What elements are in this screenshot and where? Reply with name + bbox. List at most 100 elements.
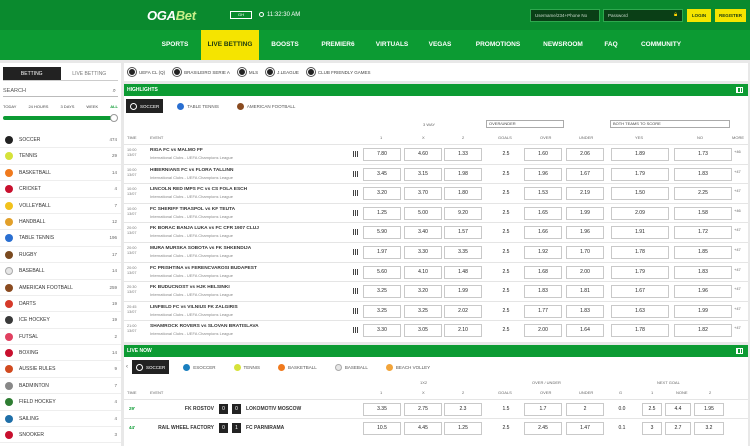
sidebar-sport-tennis[interactable]: TENNIS 29 bbox=[0, 148, 121, 165]
odds-button[interactable]: 1.99 bbox=[444, 285, 482, 299]
odds-button[interactable]: 1.83 bbox=[524, 285, 562, 299]
stats-icon[interactable] bbox=[353, 268, 359, 275]
username-field[interactable]: Username/234+Phone No bbox=[530, 9, 600, 22]
sidebar-sport-handball[interactable]: HANDBALL 12 bbox=[0, 214, 121, 231]
over-under-select[interactable]: OVER/UNDER bbox=[486, 120, 564, 128]
stats-icon[interactable] bbox=[353, 190, 359, 197]
odds-button[interactable]: 1.83 bbox=[674, 265, 732, 279]
more-markets-link[interactable]: +47 bbox=[734, 286, 741, 291]
odds-button[interactable]: 1.78 bbox=[611, 246, 669, 259]
nav-newsroom[interactable]: NEWSROOM bbox=[535, 30, 591, 60]
odds-button[interactable]: 1.25 bbox=[363, 206, 401, 220]
odds-button[interactable]: 3.30 bbox=[404, 246, 442, 259]
filter-today[interactable]: TODAY bbox=[3, 104, 16, 109]
live-tab-tennis[interactable]: TENNIS bbox=[230, 360, 265, 374]
chip-uefa-cl-q[interactable]: UEFA CL (Q) bbox=[128, 68, 165, 76]
odds-button[interactable]: 3.30 bbox=[363, 324, 401, 338]
odds-button[interactable]: 1.66 bbox=[524, 226, 562, 240]
sidebar-sport-baseball[interactable]: BASEBALL 14 bbox=[0, 263, 121, 280]
odds-button[interactable]: 2.10 bbox=[444, 324, 482, 338]
odds-button[interactable]: 2.45 bbox=[524, 422, 562, 435]
sidebar-sport-american-football[interactable]: AMERICAN FOOTBALL 259 bbox=[0, 280, 121, 296]
odds-button[interactable]: 1.81 bbox=[566, 285, 604, 299]
odds-button[interactable]: 1.63 bbox=[611, 304, 669, 318]
chip-club-friendly-games[interactable]: CLUB FRIENDLY GAMES bbox=[306, 68, 371, 76]
odds-button[interactable]: 1.67 bbox=[611, 285, 669, 299]
odds-button[interactable]: 1.7 bbox=[524, 403, 562, 416]
match-name[interactable]: SHAMROCK ROVERS vs SLOVAN BRATISLAVA bbox=[150, 324, 259, 329]
sidebar-sport-futsal[interactable]: FUTSAL 2 bbox=[0, 329, 121, 346]
home-team[interactable]: RAIL WHEEL FACTORY bbox=[154, 425, 214, 431]
odds-button[interactable]: 1.47 bbox=[566, 422, 604, 435]
match-name[interactable]: LINFIELD FC vs VILNIUS FK ZALGIRIS bbox=[150, 305, 238, 310]
odds-button[interactable]: 1.50 bbox=[611, 187, 669, 201]
odds-button[interactable]: 3.2 bbox=[694, 422, 724, 435]
odds-button[interactable]: 3.40 bbox=[404, 226, 442, 240]
odds-button[interactable]: 2.00 bbox=[524, 324, 562, 338]
search-icon[interactable]: ⌕ bbox=[113, 85, 116, 97]
odds-button[interactable]: 1.53 bbox=[524, 187, 562, 201]
match-name[interactable]: FC SHERIFF TIRASPOL vs KF TEUTA bbox=[150, 207, 235, 212]
odds-button[interactable]: 3.25 bbox=[363, 304, 401, 318]
away-team[interactable]: FC PARNIRAMA bbox=[246, 425, 284, 431]
match-name[interactable]: LINCOLN RED IMPS FC vs CS FOLA ESCH bbox=[150, 187, 247, 192]
odds-button[interactable]: 3.20 bbox=[404, 285, 442, 299]
odds-button[interactable]: 2.06 bbox=[566, 148, 604, 161]
tab-live-betting[interactable]: LIVE BETTING bbox=[60, 67, 118, 81]
sidebar-sport-rugby[interactable]: RUGBY 17 bbox=[0, 247, 121, 264]
chip-j-league[interactable]: J.LEAGUE bbox=[266, 68, 299, 76]
match-name[interactable]: MURA MURSKA SOBOTA vs FK SHKENDIJA bbox=[150, 246, 251, 251]
more-markets-link[interactable]: +46 bbox=[734, 149, 741, 154]
odds-button[interactable]: 1.85 bbox=[674, 246, 732, 259]
stats-icon[interactable] bbox=[353, 288, 359, 295]
live-tab-baseball[interactable]: BASEBALL bbox=[331, 360, 372, 374]
odds-button[interactable]: 3.20 bbox=[363, 187, 401, 201]
odds-button[interactable]: 3.35 bbox=[363, 403, 401, 416]
sidebar-sport-volleyball[interactable]: VOLLEYBALL 7 bbox=[0, 198, 121, 214]
chip-mls[interactable]: MLS bbox=[237, 68, 258, 76]
tab-betting[interactable]: BETTING bbox=[3, 67, 61, 81]
sidebar-sport-snooker[interactable]: SNOOKER 3 bbox=[0, 427, 121, 444]
chevron-left-icon[interactable]: ‹ bbox=[126, 364, 128, 370]
stats-icon[interactable] bbox=[353, 307, 359, 314]
live-tab-soccer[interactable]: SOCCER bbox=[132, 360, 170, 374]
nav-live-betting[interactable]: LIVE BETTING bbox=[201, 30, 259, 60]
time-slider-handle[interactable] bbox=[110, 114, 118, 122]
sidebar-sport-cricket[interactable]: CRICKET 4 bbox=[0, 181, 121, 198]
sidebar-sport-boxing[interactable]: BOXING 14 bbox=[0, 345, 121, 362]
odds-button[interactable]: 1.82 bbox=[674, 324, 732, 338]
odds-button[interactable]: 2.09 bbox=[611, 206, 669, 220]
match-name[interactable]: FK BUDUCNOST vs HJK HELSINKI bbox=[150, 285, 230, 290]
more-markets-link[interactable]: +46 bbox=[734, 208, 741, 213]
odds-button[interactable]: 1.48 bbox=[444, 265, 482, 279]
odds-button[interactable]: 3.25 bbox=[404, 304, 442, 318]
live-tab-basketball[interactable]: BASKETBALL bbox=[274, 360, 321, 374]
tab-american-football[interactable]: AMERICAN FOOTBALL bbox=[233, 99, 300, 113]
sidebar-sport-soccer[interactable]: SOCCER 474 bbox=[0, 132, 121, 149]
odds-button[interactable]: 2.75 bbox=[404, 403, 442, 416]
odds-button[interactable]: 4.60 bbox=[404, 148, 442, 161]
sidebar-sport-table-tennis[interactable]: TABLE TENNIS 196 bbox=[0, 230, 121, 247]
live-tab-esoccer[interactable]: ESOCCER bbox=[179, 360, 219, 374]
nav-faq[interactable]: FAQ bbox=[591, 30, 631, 60]
odds-button[interactable]: 1.25 bbox=[444, 422, 482, 435]
filter-24-hours[interactable]: 24 HOURS bbox=[28, 104, 48, 109]
odds-button[interactable]: 3.15 bbox=[404, 167, 442, 181]
home-team[interactable]: FK ROSTOV bbox=[154, 406, 214, 412]
match-name[interactable]: FK BORAC BANJA LUKA vs FC CFR 1907 CLUJ bbox=[150, 226, 259, 231]
chip-brasileiro-serie-a[interactable]: BRASILEIRO SERIE A bbox=[173, 68, 230, 76]
sidebar-sport-badminton[interactable]: BADMINTON 7 bbox=[0, 378, 121, 395]
nav-promotions[interactable]: PROMOTIONS bbox=[461, 30, 535, 60]
odds-button[interactable]: 1.96 bbox=[524, 167, 562, 181]
stats-icon[interactable] bbox=[353, 249, 359, 255]
more-markets-link[interactable]: +47 bbox=[734, 188, 741, 193]
more-markets-link[interactable]: +47 bbox=[734, 169, 741, 174]
odds-button[interactable]: 1.83 bbox=[566, 304, 604, 318]
odds-button[interactable]: 3.35 bbox=[444, 246, 482, 259]
logo[interactable]: OGABet bbox=[147, 8, 196, 23]
odds-button[interactable]: 1.73 bbox=[674, 148, 732, 161]
more-markets-link[interactable]: +47 bbox=[734, 227, 741, 232]
match-name[interactable]: FC PRISHTINA vs FERENCVAROSI BUDAPEST bbox=[150, 266, 257, 271]
odds-button[interactable]: 1.96 bbox=[566, 226, 604, 240]
odds-button[interactable]: 4.10 bbox=[404, 265, 442, 279]
